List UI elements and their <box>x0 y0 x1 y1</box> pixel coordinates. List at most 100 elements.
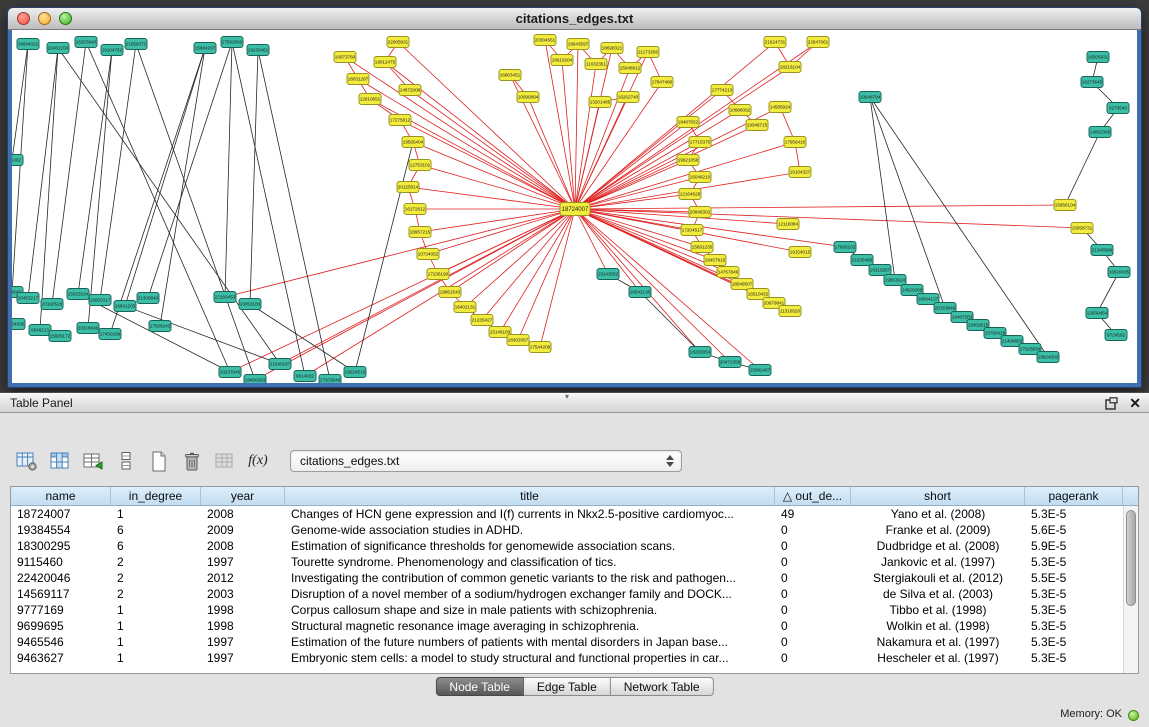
graph-node[interactable]: 21305840 <box>137 293 159 304</box>
graph-node[interactable]: 16253940 <box>75 37 97 48</box>
graph-node[interactable]: 21035486 <box>851 255 873 266</box>
graph-node[interactable]: 16820435 <box>1108 267 1130 278</box>
graph-node[interactable]: 17847480 <box>651 77 673 88</box>
graph-node[interactable]: 18216104 <box>779 62 801 73</box>
graph-node[interactable]: 19648794 <box>859 92 881 103</box>
graph-node[interactable]: 20304561 <box>534 35 556 46</box>
close-button[interactable] <box>17 12 30 25</box>
table-row[interactable]: 1456911722003Disruption of a novel membe… <box>11 586 1138 602</box>
graph-node[interactable]: 18490263 <box>244 375 266 384</box>
graph-node[interactable]: 17275812 <box>389 115 411 126</box>
graph-node[interactable]: 16619204 <box>551 55 573 66</box>
graph-node[interactable]: 22847061 <box>807 37 829 48</box>
graph-node[interactable]: 9273540 <box>1107 103 1129 114</box>
panel-resize-grip[interactable]: ▾ <box>565 393 569 401</box>
graph-node[interactable]: 21058372 <box>125 39 147 50</box>
graph-node[interactable]: 15082467 <box>749 365 771 376</box>
graph-node[interactable]: 21173206 <box>637 47 659 58</box>
graph-node[interactable]: 13201485 <box>589 97 611 108</box>
graph-node[interactable]: 21235427 <box>471 315 493 326</box>
graph-node[interactable]: 16841205 <box>114 301 136 312</box>
graph-node[interactable]: 12030454 <box>1086 308 1108 319</box>
graph-node[interactable]: 19457915 <box>704 255 726 266</box>
zoom-button[interactable] <box>59 12 72 25</box>
graph-node[interactable]: 19565404 <box>402 137 424 148</box>
graph-node[interactable]: 9724502 <box>1105 330 1127 341</box>
float-panel-icon[interactable] <box>1105 397 1118 410</box>
graph-node[interactable]: 19621058 <box>677 155 699 166</box>
graph-node[interactable]: 20846302 <box>689 207 711 218</box>
table-disabled-icon[interactable] <box>212 449 238 473</box>
graph-node[interactable]: 15684207 <box>194 43 216 54</box>
graph-node[interactable]: 14585924 <box>769 102 791 113</box>
graph-node[interactable]: 16803451 <box>499 70 521 81</box>
graph-node[interactable]: 21540187 <box>269 359 291 370</box>
graph-node[interactable]: 15048912 <box>619 63 641 74</box>
edit-table-icon[interactable] <box>80 449 106 473</box>
graph-node[interactable]: 15891235 <box>691 242 713 253</box>
graph-node[interactable]: 16973760 <box>334 52 356 63</box>
table-vertical-scrollbar[interactable] <box>1123 506 1138 673</box>
tab-node-table[interactable]: Node Table <box>435 677 524 696</box>
table-row[interactable]: 2242004622012Investigating the contribut… <box>11 570 1138 586</box>
graph-node[interactable]: 12164628 <box>679 189 701 200</box>
graph-node[interactable]: 17774213 <box>711 85 733 96</box>
graph-node[interactable]: 18273645 <box>1081 77 1103 88</box>
graph-node[interactable]: 9861302 <box>12 155 23 166</box>
graph-node[interactable]: 19853624 <box>884 275 906 286</box>
graph-node[interactable]: 18236054 <box>689 347 711 358</box>
window-title-bar[interactable]: citations_edges.txt <box>8 8 1141 30</box>
graph-node[interactable]: 19348715 <box>746 120 768 131</box>
graph-node[interactable]: 10734052 <box>417 249 439 260</box>
graph-node[interactable]: 16402131 <box>454 302 476 313</box>
graph-node[interactable]: 19012475 <box>374 57 396 68</box>
table-row[interactable]: 1830029562008Estimation of significance … <box>11 538 1138 554</box>
network-canvas[interactable]: 1872400716973760180312871261065119012475… <box>12 30 1137 383</box>
graph-node[interactable]: 18724007 <box>560 203 590 216</box>
show-columns-icon[interactable] <box>47 449 73 473</box>
function-builder-icon[interactable]: f(x) <box>245 449 271 473</box>
table-row[interactable]: 977716911998Corpus callosum shape and si… <box>11 602 1138 618</box>
graph-node[interactable]: 16172612 <box>404 204 426 215</box>
column-header-4[interactable]: △ out_de... <box>775 487 851 505</box>
graph-node[interactable]: 17715375 <box>689 137 711 148</box>
graph-node[interactable]: 17236190 <box>427 269 449 280</box>
column-header-0[interactable]: name <box>11 487 111 505</box>
graph-node[interactable]: 9614032 <box>294 371 316 382</box>
table-options-icon[interactable] <box>14 449 40 473</box>
graph-node[interactable]: 20462150 <box>47 43 69 54</box>
graph-node[interactable]: 16052183 <box>239 299 261 310</box>
row-height-icon[interactable] <box>113 449 139 473</box>
network-table-selector[interactable]: citations_edges.txt <box>290 450 682 472</box>
new-document-icon[interactable] <box>146 449 172 473</box>
graph-node[interactable]: 18957215 <box>409 227 431 238</box>
graph-node[interactable]: 10996062 <box>729 105 751 116</box>
table-row[interactable]: 1872400712008Changes of HCN gene express… <box>11 506 1138 522</box>
graph-node[interactable]: 16310257 <box>869 265 891 276</box>
table-row[interactable]: 969969511998Structural magnetic resonanc… <box>11 618 1138 634</box>
delete-icon[interactable] <box>179 449 205 473</box>
column-header-5[interactable]: short <box>851 487 1025 505</box>
graph-node[interactable]: 16262740 <box>617 92 639 103</box>
graph-node[interactable]: 10453217 <box>17 293 39 304</box>
graph-node[interactable]: 20471358 <box>719 357 741 368</box>
graph-node[interactable]: 19230451 <box>247 45 269 56</box>
graph-node[interactable]: 18698321 <box>601 43 623 54</box>
graph-node[interactable]: 14757849 <box>717 267 739 278</box>
graph-node[interactable]: 15958104 <box>1054 200 1076 211</box>
table-row[interactable]: 946554611997Estimation of the future num… <box>11 634 1138 650</box>
graph-node[interactable]: 17203648 <box>319 375 341 384</box>
graph-node[interactable]: 21340586 <box>1091 245 1113 256</box>
tab-network-table[interactable]: Network Table <box>611 677 714 696</box>
graph-node[interactable]: 19643597 <box>567 39 589 50</box>
graph-node[interactable]: 20125814 <box>397 182 419 193</box>
graph-node[interactable]: 19861543 <box>439 287 461 298</box>
graph-node[interactable]: 19143052 <box>597 269 619 280</box>
graph-node[interactable]: 15905172 <box>49 331 71 342</box>
graph-node[interactable]: 18049507 <box>731 279 753 290</box>
graph-node[interactable]: 18031287 <box>347 74 369 85</box>
graph-node[interactable]: 18924503 <box>1037 352 1059 363</box>
graph-node[interactable]: 22005931 <box>387 37 409 48</box>
graph-node[interactable]: 10237645 <box>219 367 241 378</box>
graph-node[interactable]: 18684021 <box>17 39 39 50</box>
